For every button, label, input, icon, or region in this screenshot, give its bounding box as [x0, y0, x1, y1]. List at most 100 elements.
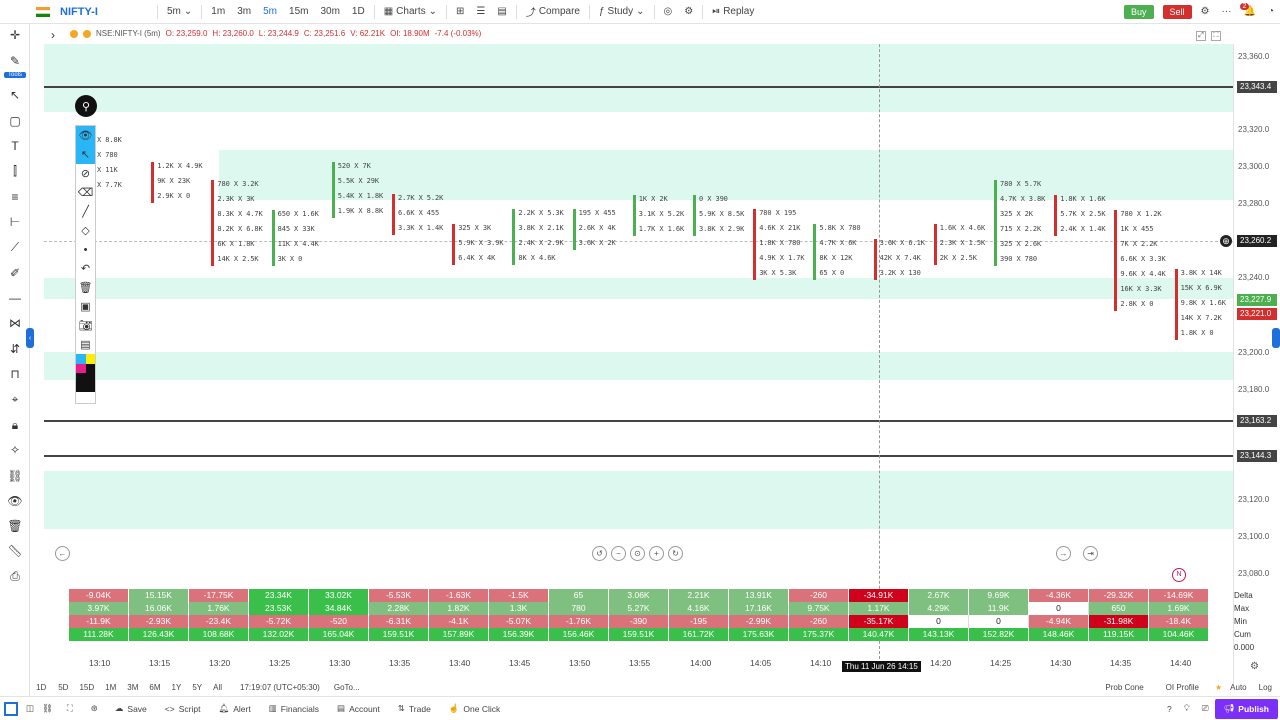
profile-button[interactable]: ◔	[1262, 1, 1280, 23]
trash-icon[interactable]: 🗑︎	[76, 278, 95, 297]
tips-button[interactable]: 💡︎	[1178, 698, 1196, 720]
line-icon[interactable]: ╱	[76, 202, 95, 221]
interval-1m[interactable]: 1m	[205, 1, 231, 23]
camera-icon[interactable]: ⎙	[6, 567, 24, 585]
eye-icon[interactable]: 👁︎	[76, 126, 95, 145]
pointer-icon[interactable]: ↖	[6, 86, 24, 104]
link-button[interactable]: ⛓	[38, 698, 57, 720]
scroll-right-button[interactable]: →	[1056, 546, 1071, 561]
split-button[interactable]: ◫	[22, 698, 38, 720]
interval-1d[interactable]: 1D	[346, 1, 371, 23]
financials-button[interactable]: ▥ Financials	[260, 698, 328, 720]
chart-area[interactable]: X 8.8K X 780 X 11K X 7.7K 1.2K X 4.9K 9K X 23…	[44, 44, 1233, 684]
rectangle-icon[interactable]: ▢	[6, 112, 24, 130]
symbol-selector[interactable]: NIFTY-I	[54, 1, 154, 23]
trendline-icon[interactable]: ⟋	[6, 238, 24, 256]
text-icon[interactable]: T	[6, 137, 24, 155]
instagram-button[interactable]: ◎	[658, 1, 679, 23]
goto-button[interactable]: GoTo...	[334, 683, 360, 692]
eye-icon[interactable]: 👁︎	[6, 492, 24, 510]
ai-button[interactable]: ⊛	[83, 698, 106, 720]
scroll-left-button[interactable]: ←	[55, 546, 70, 561]
lines-icon[interactable]: ≡	[6, 188, 24, 206]
alert-button[interactable]: 🔔︎ Alert	[209, 698, 259, 720]
strategy-button[interactable]: ⚙	[678, 1, 699, 23]
interval-5m[interactable]: 5m	[257, 1, 283, 23]
time-axis[interactable]: 13:10 13:15 13:20 13:25 13:30 13:35 13:40 13:45…	[44, 658, 1233, 670]
replay-button[interactable]: ⏯ Replay	[706, 1, 760, 23]
more-button[interactable]: ···	[1216, 1, 1238, 23]
fullscreen-button[interactable]: ⛶	[57, 698, 83, 720]
one-click-button[interactable]: ☝ One Click	[440, 698, 509, 720]
panel-button[interactable]	[0, 698, 22, 720]
trash-icon[interactable]: 🗑︎	[6, 517, 24, 535]
log-toggle[interactable]: Log	[1259, 683, 1272, 692]
color-swatch-black[interactable]	[76, 373, 95, 392]
range-all[interactable]: All	[213, 683, 222, 692]
reset-button[interactable]: ↺	[592, 546, 607, 561]
eraser-icon[interactable]: ◇	[76, 221, 95, 240]
go-to-latest-button[interactable]: ⇥	[1083, 546, 1098, 561]
sell-button[interactable]: Sell	[1160, 1, 1195, 23]
trade-button[interactable]: ⇅ Trade	[389, 698, 440, 720]
magic-icon[interactable]: ✧	[6, 441, 24, 459]
range-15d[interactable]: 15D	[79, 683, 94, 692]
maximize-icon[interactable]: ⤢	[1196, 31, 1206, 41]
fullscreen-icon[interactable]: ⛶	[1211, 31, 1221, 41]
ray-icon[interactable]: —	[6, 289, 24, 307]
redo-button[interactable]: ↻	[668, 546, 683, 561]
save-button[interactable]: ☁ Save	[106, 698, 156, 720]
auto-toggle[interactable]: Auto	[1230, 683, 1246, 692]
notifications-button[interactable]: 🔔 2	[1238, 1, 1262, 23]
hline-icon[interactable]: ⊢	[6, 213, 24, 231]
zoom-in-button[interactable]: +	[649, 546, 664, 561]
screen-icon[interactable]: ▣	[76, 297, 95, 316]
range-5d[interactable]: 5D	[58, 683, 68, 692]
zoom-out-button[interactable]: −	[611, 546, 626, 561]
interval-30m[interactable]: 30m	[314, 1, 345, 23]
range-1m[interactable]: 1M	[105, 683, 116, 692]
settings-button[interactable]: ⚙	[1195, 1, 1216, 23]
lock-icon[interactable]: 🔒︎	[6, 416, 24, 434]
level-line[interactable]	[44, 455, 1233, 457]
record-button[interactable]: ⎚	[1196, 698, 1215, 720]
dot-icon[interactable]: •	[76, 240, 95, 259]
templates-button[interactable]: ▤	[491, 1, 512, 23]
crosshair-plus-icon[interactable]: ⊕	[1220, 235, 1232, 247]
collapse-sidebar-handle[interactable]: ‹	[26, 328, 34, 348]
link-icon[interactable]: ⛓	[6, 467, 24, 485]
magnet-icon[interactable]: ⊓	[6, 365, 24, 383]
interval-dropdown[interactable]: 5m ⌄	[161, 1, 198, 23]
undo-icon[interactable]: ↶	[76, 259, 95, 278]
prob-cone-toggle[interactable]: Prob Cone	[1105, 683, 1143, 692]
zoom-fit-button[interactable]: ⊙	[630, 546, 645, 561]
range-1y[interactable]: 1Y	[172, 683, 182, 692]
range-1d[interactable]: 1D	[36, 683, 46, 692]
zoom-icon[interactable]: ⌖	[6, 390, 24, 408]
account-button[interactable]: ▤ Account	[328, 698, 389, 720]
news-icon[interactable]: N	[1172, 568, 1186, 582]
layout-button[interactable]: ⊞	[450, 1, 470, 23]
crosshair-icon[interactable]: ✛	[6, 26, 24, 44]
buy-button[interactable]: Buy	[1118, 1, 1160, 23]
level-line[interactable]	[44, 420, 1233, 422]
compare-button[interactable]: ⤴ Compare	[520, 1, 586, 23]
range-3m[interactable]: 3M	[127, 683, 138, 692]
pointer-icon[interactable]: ↖	[76, 145, 95, 164]
publish-button[interactable]: 📢︎ Publish	[1214, 698, 1278, 719]
price-axis[interactable]: 23,360.0 23,320.0 23,300.0 23,280.0 23,2…	[1220, 44, 1280, 684]
clipboard-icon[interactable]: ▤	[76, 335, 95, 354]
interval-3m[interactable]: 3m	[231, 1, 257, 23]
measure-icon[interactable]: ⇵	[6, 340, 24, 358]
expand-legend-button[interactable]: ›	[51, 28, 55, 42]
indicators-button[interactable]: ☰	[470, 1, 491, 23]
eraser-icon[interactable]: ⌫	[76, 183, 95, 202]
camera-icon[interactable]: 📷︎	[76, 316, 95, 335]
settings-small-icon[interactable]: ⚙	[1250, 661, 1259, 672]
brush-icon[interactable]: ✐	[6, 264, 24, 282]
script-button[interactable]: <> Script	[156, 698, 210, 720]
pin-icon[interactable]: ⚲	[75, 95, 97, 117]
color-picker[interactable]	[76, 354, 95, 373]
scroll-handle[interactable]	[1272, 328, 1280, 348]
pen-icon[interactable]: ✎	[6, 52, 24, 70]
